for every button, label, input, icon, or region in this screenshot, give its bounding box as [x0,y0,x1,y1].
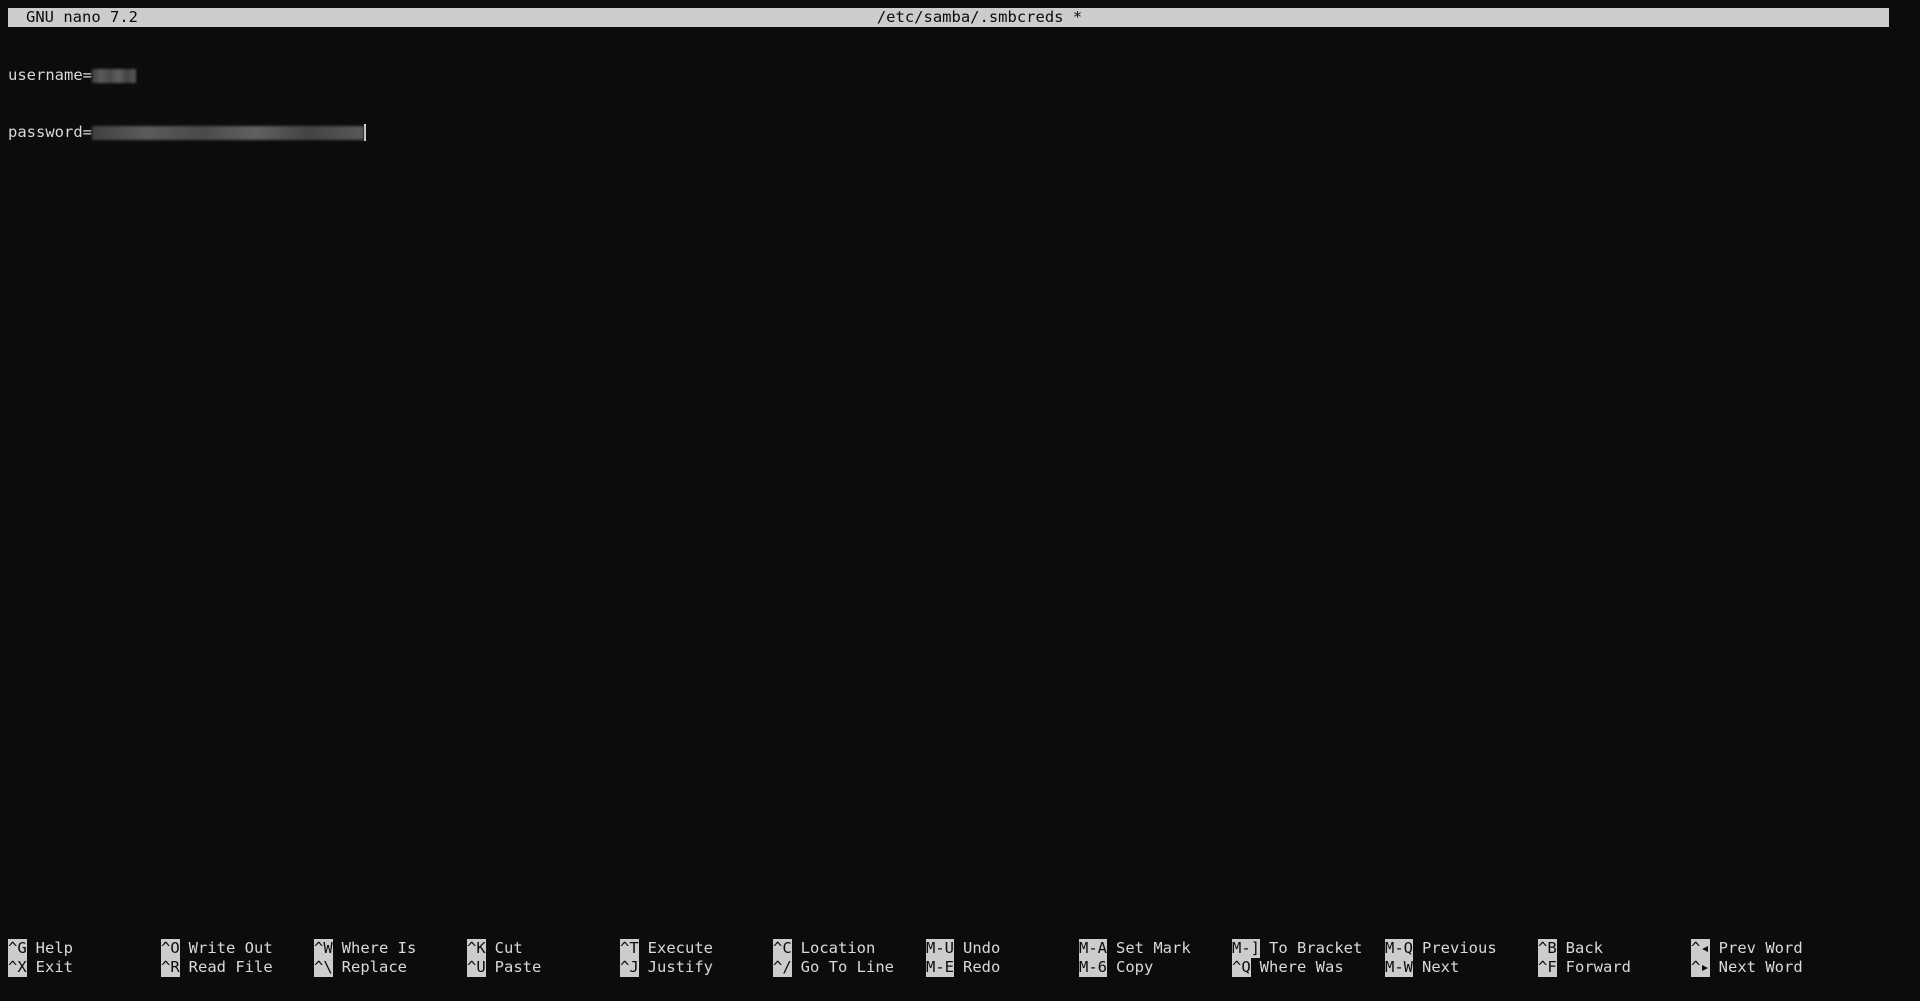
editor-line-username[interactable]: username= [8,66,366,85]
shortcut-key: ^◂ [1691,939,1710,958]
shortcut-key: ^J [620,958,639,977]
shortcut-execute[interactable]: ^T Execute [620,939,713,958]
password-key: password= [8,123,92,141]
shortcut-row-2: ^X Exit ^R Read File ^\ Replace ^U Paste ^J J… [8,958,1908,977]
shortcut-where-was[interactable]: ^Q Where Was [1232,958,1344,977]
shortcut-row-1: ^G Help ^O Write Out ^W Where Is ^K Cut ^T Ex… [8,939,1908,958]
shortcut-where-is[interactable]: ^W Where Is [314,939,416,958]
shortcut-label: Execute [647,939,713,957]
shortcut-justify[interactable]: ^J Justify [620,958,713,977]
shortcut-label: Previous [1422,939,1497,957]
shortcut-key: ^K [467,939,486,958]
shortcut-label: Justify [647,958,713,976]
shortcut-label: To Bracket [1269,939,1363,957]
shortcut-label: Redo [963,958,1001,976]
password-value-redacted [92,125,364,140]
shortcut-back[interactable]: ^B Back [1538,939,1603,958]
shortcut-key: M-E [926,958,954,977]
shortcut-paste[interactable]: ^U Paste [467,958,541,977]
shortcut-key: M-A [1079,939,1107,958]
shortcut-previous[interactable]: M-Q Previous [1385,939,1497,958]
shortcut-label: Cut [494,939,523,957]
terminal-window[interactable]: GNU nano 7.2 /etc/samba/.smbcreds * user… [0,0,1920,1001]
shortcut-key: ^X [8,958,27,977]
nano-title-bar: GNU nano 7.2 /etc/samba/.smbcreds * [8,8,1889,27]
shortcut-label: Location [800,939,876,957]
shortcut-label: Exit [35,958,73,976]
shortcut-key: ^Q [1232,958,1251,977]
shortcut-key: ^▸ [1691,958,1710,977]
shortcut-exit[interactable]: ^X Exit [8,958,73,977]
shortcut-key: ^T [620,939,639,958]
shortcut-next[interactable]: M-W Next [1385,958,1459,977]
shortcut-label: Set Mark [1116,939,1191,957]
shortcut-label: Go To Line [800,958,894,976]
shortcut-label: Next [1422,958,1460,976]
shortcut-undo[interactable]: M-U Undo [926,939,1000,958]
shortcut-key: ^/ [773,958,792,977]
shortcut-key: M-Q [1385,939,1413,958]
shortcut-key: ^C [773,939,792,958]
shortcut-label: Forward [1565,958,1631,976]
text-cursor [364,124,366,141]
shortcut-label: Undo [963,939,1001,957]
shortcut-next-word[interactable]: ^▸ Next Word [1691,958,1803,977]
shortcut-help[interactable]: ^G Help [8,939,73,958]
shortcut-label: Help [35,939,73,957]
editor-line-password[interactable]: password= [8,123,366,142]
shortcut-label: Prev Word [1718,939,1803,957]
shortcut-prev-word[interactable]: ^◂ Prev Word [1691,939,1803,958]
shortcut-read-file[interactable]: ^R Read File [161,958,273,977]
shortcut-label: Read File [188,958,273,976]
editor-buffer[interactable]: username= password= [8,28,366,180]
shortcut-key: ^O [161,939,180,958]
shortcut-label: Write Out [188,939,273,957]
shortcut-forward[interactable]: ^F Forward [1538,958,1631,977]
shortcut-to-bracket[interactable]: M-] To Bracket [1232,939,1362,958]
shortcut-bar: ^G Help ^O Write Out ^W Where Is ^K Cut ^T Ex… [8,939,1908,979]
shortcut-copy[interactable]: M-6 Copy [1079,958,1153,977]
shortcut-label: Where Is [341,939,417,957]
shortcut-cut[interactable]: ^K Cut [467,939,523,958]
shortcut-write-out[interactable]: ^O Write Out [161,939,273,958]
shortcut-go-to-line[interactable]: ^/ Go To Line [773,958,894,977]
shortcut-key: ^G [8,939,27,958]
shortcut-key: ^F [1538,958,1557,977]
shortcut-label: Next Word [1718,958,1803,976]
shortcut-key: M-U [926,939,954,958]
shortcut-redo[interactable]: M-E Redo [926,958,1000,977]
shortcut-key: ^U [467,958,486,977]
shortcut-replace[interactable]: ^\ Replace [314,958,407,977]
shortcut-key: ^B [1538,939,1557,958]
shortcut-label: Where Was [1259,958,1344,976]
username-value-redacted [92,68,136,83]
shortcut-key: M-W [1385,958,1413,977]
shortcut-label: Copy [1116,958,1154,976]
shortcut-label: Back [1565,939,1603,957]
shortcut-label: Replace [341,958,407,976]
shortcut-key: M-6 [1079,958,1107,977]
username-key: username= [8,66,92,84]
shortcut-set-mark[interactable]: M-A Set Mark [1079,939,1191,958]
shortcut-key: ^R [161,958,180,977]
shortcut-key: ^\ [314,958,333,977]
shortcut-label: Paste [494,958,542,976]
file-name-label: /etc/samba/.smbcreds * [876,8,1083,26]
shortcut-key: ^W [314,939,333,958]
shortcut-key: M-] [1232,939,1260,958]
shortcut-location[interactable]: ^C Location [773,939,875,958]
